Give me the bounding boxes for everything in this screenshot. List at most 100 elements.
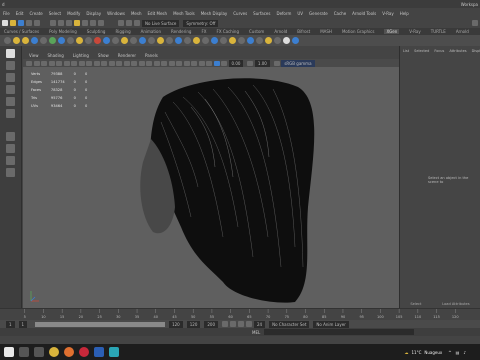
undo-icon[interactable] (26, 20, 32, 26)
shelf-tab-16[interactable]: Arnold (456, 29, 469, 34)
menu-item-5[interactable]: Display (86, 11, 101, 16)
anti-aliasing-icon[interactable] (168, 60, 175, 66)
current-frame-field[interactable]: 1 (18, 320, 28, 328)
xgen-help-icon[interactable] (283, 37, 290, 44)
safe-action-icon[interactable] (93, 60, 100, 66)
xgen-mask-icon[interactable] (229, 37, 236, 44)
bookmark-icon[interactable] (41, 60, 47, 66)
max-frame-field[interactable]: 200 (204, 320, 219, 328)
xgen-clump-icon[interactable] (157, 37, 164, 44)
chrome-icon[interactable] (49, 347, 59, 357)
xray-icon[interactable] (191, 60, 197, 66)
right-panel-tab-3[interactable]: Attributes (449, 49, 466, 53)
menu-item-2[interactable]: Create (29, 11, 42, 16)
range-slider[interactable] (35, 321, 166, 327)
playback-back-icon[interactable] (230, 321, 237, 327)
menu-item-17[interactable]: Arnold Tools (352, 11, 376, 16)
xgen-guides-icon[interactable] (31, 37, 38, 44)
image-plane-icon[interactable] (48, 60, 55, 66)
menu-item-13[interactable]: Deform (276, 11, 291, 16)
select-hierarchy-icon[interactable] (50, 20, 56, 26)
menu-item-0[interactable]: File (3, 11, 10, 16)
shelf-tab-14[interactable]: V-Ray (409, 29, 420, 34)
safe-title-icon[interactable] (101, 60, 107, 66)
shelf-tab-3[interactable]: Rigging (115, 29, 130, 34)
xgen-length-icon[interactable] (112, 37, 119, 44)
xgen-noise-icon[interactable] (148, 37, 155, 44)
xgen-cache-icon[interactable] (85, 37, 92, 44)
workspace-label[interactable]: Workspa (461, 2, 478, 7)
xgen-select-icon[interactable] (202, 37, 209, 44)
xgen-place-icon[interactable] (211, 37, 218, 44)
menu-item-15[interactable]: Generate (309, 11, 328, 16)
snap-curve-icon[interactable] (82, 20, 88, 26)
rotate-tool-icon[interactable] (6, 97, 15, 106)
scale-tool-icon[interactable] (6, 109, 15, 118)
playback-first-icon[interactable] (222, 321, 229, 327)
xgen-modifier-icon[interactable] (94, 37, 101, 44)
playback-play-icon[interactable] (238, 321, 245, 327)
fps-field[interactable]: 24 (254, 320, 266, 328)
xgen-editor-icon[interactable] (13, 37, 20, 44)
task-view-icon[interactable] (34, 347, 44, 357)
snap-grid-icon[interactable] (74, 20, 80, 26)
wireframe-on-shaded-icon[interactable] (123, 60, 130, 66)
exposure-icon[interactable] (221, 60, 227, 66)
xgen-smooth-icon[interactable] (139, 37, 146, 44)
shelf-tab-11[interactable]: MASH (320, 29, 332, 34)
shelf-tab-0[interactable]: Curves / Surfaces (4, 29, 39, 34)
gamma-field[interactable]: 1.00 (254, 59, 270, 67)
render-frame-icon[interactable] (118, 20, 124, 26)
opera-icon[interactable] (79, 347, 89, 357)
motion-blur-icon[interactable] (161, 60, 167, 66)
xgen-density-icon[interactable] (103, 37, 110, 44)
xgen-export-icon[interactable] (67, 37, 74, 44)
textured-icon[interactable] (131, 60, 137, 66)
xgen-region-icon[interactable] (220, 37, 227, 44)
menu-item-14[interactable]: UV (297, 11, 303, 16)
shelf-tab-2[interactable]: Sculpting (87, 29, 106, 34)
xgen-library-icon[interactable] (292, 37, 299, 44)
right-panel-tab-2[interactable]: Focus (434, 49, 444, 53)
gamma-icon[interactable] (247, 60, 254, 66)
redo-icon[interactable] (34, 20, 40, 26)
select-tool-icon[interactable] (6, 49, 15, 58)
right-panel-tab-4[interactable]: Display (472, 49, 480, 53)
shelf-tab-7[interactable]: FX Caching (217, 29, 239, 34)
weather-text[interactable]: Nuageux (424, 350, 442, 355)
render-settings-icon[interactable] (134, 20, 140, 26)
xgen-attract-icon[interactable] (184, 37, 191, 44)
command-input[interactable] (264, 329, 415, 335)
xgen-convert-icon[interactable] (256, 37, 263, 44)
volume-icon[interactable]: ♪ (463, 350, 466, 355)
camera-select-icon[interactable] (26, 60, 32, 66)
shelf-tab-13[interactable]: XGen (384, 29, 400, 34)
layout-four-icon[interactable] (6, 144, 15, 153)
gate-mask-icon[interactable] (78, 60, 85, 66)
command-lang-label[interactable]: MEL (252, 330, 260, 335)
right-panel-tab-1[interactable]: Selected (414, 49, 429, 53)
hair-model[interactable] (23, 67, 399, 308)
move-tool-icon[interactable] (6, 85, 15, 94)
shelf-menu-icon[interactable] (4, 37, 11, 44)
xgen-settings-icon[interactable] (274, 37, 281, 44)
xgen-interactive-icon[interactable] (76, 37, 83, 44)
shelf-tab-6[interactable]: FX (201, 29, 206, 34)
anim-layer-field[interactable]: No Anim Layer (313, 320, 349, 328)
menu-item-12[interactable]: Surfaces (253, 11, 270, 16)
shelf-tab-12[interactable]: Motion Graphics (342, 29, 375, 34)
search-icon[interactable] (19, 347, 29, 357)
maya-icon[interactable] (109, 347, 119, 357)
sign-in-icon[interactable] (472, 20, 478, 26)
layout-two-icon[interactable] (6, 156, 15, 165)
isolate-select-icon[interactable] (183, 60, 190, 66)
menu-item-6[interactable]: Windows (107, 11, 125, 16)
select-button[interactable]: Select (410, 302, 421, 306)
shelf-tab-15[interactable]: TURTLE (431, 29, 446, 34)
xgen-sculpt-icon[interactable] (40, 37, 47, 44)
range-start-field[interactable]: 1 (6, 320, 15, 328)
new-scene-icon[interactable] (2, 20, 8, 26)
network-icon[interactable]: ▤ (456, 350, 460, 355)
menu-item-1[interactable]: Edit (16, 11, 24, 16)
xgen-coil-icon[interactable] (166, 37, 173, 44)
